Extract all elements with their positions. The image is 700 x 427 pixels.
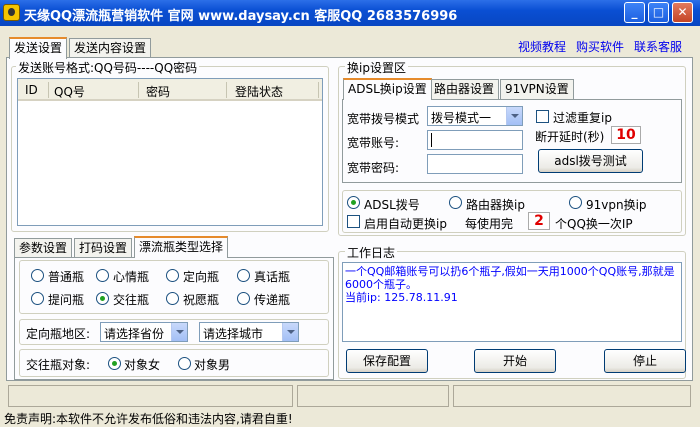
- radio-bottle-type[interactable]: [166, 292, 179, 305]
- log-line: 一个QQ邮箱账号可以扔6个瓶子,假如一天用1000个QQ账号,那就是6000个瓶…: [345, 265, 675, 291]
- maximize-button[interactable]: □: [648, 2, 669, 23]
- tab-91vpn[interactable]: 91VPN设置: [500, 79, 574, 99]
- radio-bottle-type[interactable]: [31, 269, 44, 282]
- disclaimer: 免责声明:本软件不允许发布低俗和违法内容,请君自重!: [4, 412, 293, 426]
- tab-label: 漂流瓶类型选择: [139, 240, 224, 254]
- delay-label: 断开延时(秒): [535, 130, 605, 144]
- status-pane-2: [297, 385, 449, 407]
- dial-mode-select[interactable]: 拨号模式一: [427, 106, 523, 126]
- title-bar: 天缘QQ漂流瓶营销软件 官网 www.daysay.cn 客服QQ 268357…: [0, 0, 700, 26]
- radio-bottle-type-label: 普通瓶: [48, 270, 85, 284]
- every-suffix: 个QQ换一次IP: [555, 217, 633, 231]
- radio-target-female-label: 对象女: [124, 358, 161, 372]
- tab-params[interactable]: 参数设置: [14, 238, 73, 258]
- every-label: 每使用完: [465, 217, 514, 231]
- minimize-button[interactable]: _: [624, 2, 645, 23]
- radio-bottle-type-label: 交往瓶: [113, 293, 150, 307]
- status-pane-3: [453, 385, 691, 407]
- close-button[interactable]: ✕: [672, 2, 693, 23]
- tab-label: 路由器设置: [434, 82, 495, 96]
- tab-label: ADSL换ip设置: [348, 82, 427, 96]
- password-label: 宽带密码:: [347, 161, 400, 175]
- radio-target-female[interactable]: [108, 357, 121, 370]
- log-textarea[interactable]: 一个QQ邮箱账号可以扔6个瓶子,假如一天用1000个QQ账号,那就是6000个瓶…: [342, 262, 682, 342]
- city-select[interactable]: 请选择城市: [199, 322, 299, 342]
- adsl-password-input[interactable]: [427, 154, 523, 174]
- radio-bottle-type-label: 提问瓶: [48, 293, 85, 307]
- col-login-status[interactable]: 登陆状态: [235, 83, 283, 100]
- maximize-icon: □: [652, 5, 665, 19]
- tab-label: 91VPN设置: [505, 82, 569, 96]
- account-label: 宽带账号:: [347, 136, 400, 150]
- minimize-icon: _: [631, 5, 638, 19]
- auto-change-checkbox[interactable]: [347, 215, 360, 228]
- log-group-label: 工作日志: [345, 244, 398, 261]
- start-button[interactable]: 开始: [474, 349, 556, 373]
- radio-bottle-type[interactable]: [96, 292, 109, 305]
- tab-bottle-type[interactable]: 漂流瓶类型选择: [134, 236, 229, 258]
- account-list[interactable]: ID QQ号 密码 登陆状态: [17, 78, 323, 226]
- radio-bottle-type[interactable]: [31, 292, 44, 305]
- radio-router[interactable]: [449, 196, 462, 209]
- dial-mode-value: 拨号模式一: [431, 111, 492, 125]
- every-count-input[interactable]: 2: [528, 212, 550, 230]
- stop-button[interactable]: 停止: [604, 349, 686, 373]
- radio-bottle-type[interactable]: [237, 292, 250, 305]
- link-buy-software[interactable]: 购买软件: [576, 38, 624, 55]
- target-label: 交往瓶对象:: [26, 358, 91, 372]
- chevron-down-icon: [282, 323, 298, 341]
- tab-captcha[interactable]: 打码设置: [74, 238, 133, 258]
- chevron-down-icon: [171, 323, 187, 341]
- tab-send-content[interactable]: 发送内容设置: [69, 38, 152, 58]
- tab-label: 参数设置: [19, 241, 68, 255]
- filter-repeat-label: 过滤重复ip: [553, 111, 612, 125]
- status-pane-1: [8, 385, 293, 407]
- ip-group-label: 换ip设置区: [345, 59, 408, 76]
- radio-bottle-type-label: 定向瓶: [183, 270, 220, 284]
- close-icon: ✕: [677, 5, 688, 19]
- radio-bottle-type[interactable]: [96, 269, 109, 282]
- link-video-tutorial[interactable]: 视频教程: [518, 38, 566, 55]
- radio-adsl-label: ADSL拨号: [364, 198, 420, 212]
- radio-bottle-type[interactable]: [237, 269, 250, 282]
- save-config-button[interactable]: 保存配置: [346, 349, 428, 373]
- auto-change-label: 启用自动更换ip: [364, 217, 447, 231]
- city-value: 请选择城市: [203, 327, 264, 341]
- tab-label: 发送设置: [14, 41, 63, 55]
- tab-label: 打码设置: [79, 241, 128, 255]
- app-icon: [3, 4, 20, 21]
- chevron-down-icon: [506, 107, 522, 125]
- tab-router[interactable]: 路由器设置: [429, 79, 500, 99]
- radio-adsl[interactable]: [347, 196, 360, 209]
- filter-repeat-checkbox[interactable]: [536, 110, 549, 123]
- radio-bottle-type[interactable]: [166, 269, 179, 282]
- link-contact-support[interactable]: 联系客服: [634, 38, 682, 55]
- radio-bottle-type-label: 祝愿瓶: [183, 293, 220, 307]
- adsl-account-input[interactable]: [427, 130, 523, 150]
- radio-target-male-label: 对象男: [194, 358, 231, 372]
- col-password[interactable]: 密码: [146, 83, 170, 100]
- radio-91vpn[interactable]: [569, 196, 582, 209]
- radio-bottle-type-label: 传递瓶: [254, 293, 291, 307]
- radio-91vpn-label: 91vpn换ip: [586, 198, 647, 212]
- radio-target-male[interactable]: [178, 357, 191, 370]
- account-list-header: ID QQ号 密码 登陆状态: [18, 79, 322, 101]
- window-title: 天缘QQ漂流瓶营销软件 官网 www.daysay.cn 客服QQ 268357…: [24, 9, 458, 24]
- tab-send-settings[interactable]: 发送设置: [9, 37, 68, 59]
- radio-bottle-type-label: 心情瓶: [113, 270, 150, 284]
- dial-mode-label: 宽带拨号模式: [347, 112, 420, 126]
- account-group-label: 发送账号格式:QQ号码----QQ密码: [16, 59, 200, 76]
- tab-adsl[interactable]: ADSL换ip设置: [343, 78, 432, 100]
- region-label: 定向瓶地区:: [26, 327, 91, 341]
- radio-bottle-type-label: 真话瓶: [254, 270, 291, 284]
- radio-router-label: 路由器换ip: [466, 198, 525, 212]
- col-qq[interactable]: QQ号: [54, 83, 85, 100]
- province-select[interactable]: 请选择省份: [100, 322, 188, 342]
- delay-input[interactable]: 10: [611, 126, 641, 144]
- col-id[interactable]: ID: [25, 83, 38, 97]
- province-value: 请选择省份: [104, 327, 165, 341]
- log-line: 当前ip: 125.78.11.91: [345, 291, 458, 304]
- adsl-test-button[interactable]: adsl拨号测试: [538, 149, 643, 173]
- tab-label: 发送内容设置: [74, 41, 147, 55]
